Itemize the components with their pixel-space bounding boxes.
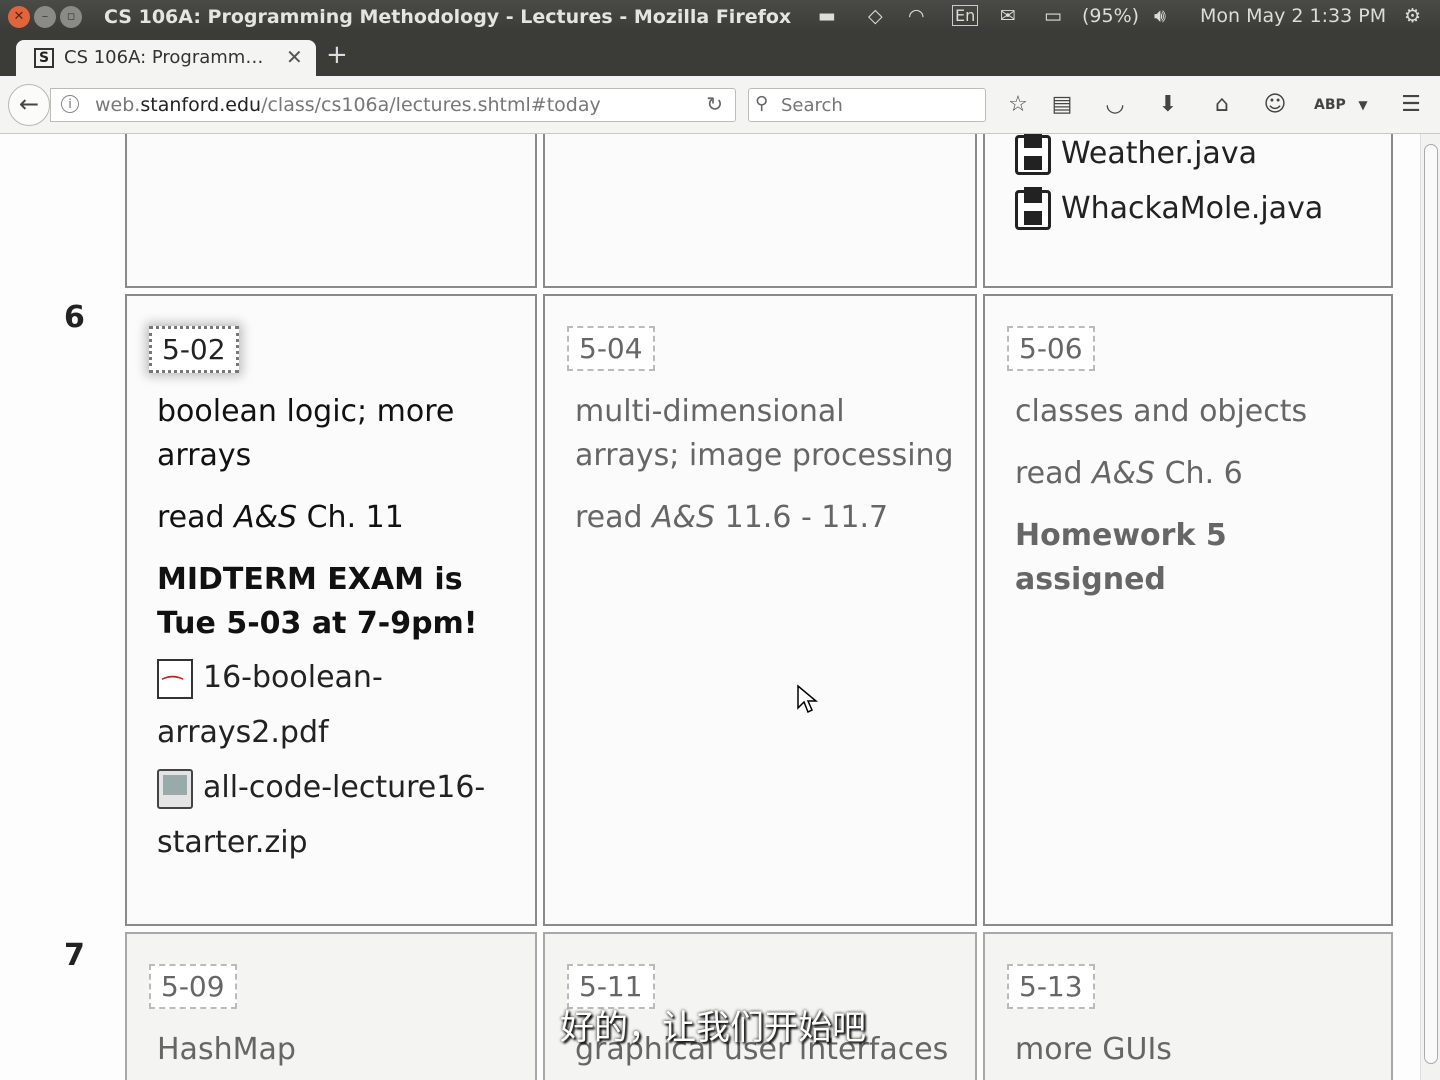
video-subtitle: 好的，让我们开始吧 (560, 1008, 866, 1048)
reading-chapter: 11.6 - 11.7 (715, 500, 889, 535)
keyboard-language-indicator[interactable]: En (952, 5, 979, 26)
search-input[interactable] (781, 93, 977, 117)
window-minimize-button[interactable]: – (34, 6, 56, 28)
page-content: Weather.java WhackaMole.java 6 5-02 bool… (0, 134, 1420, 1080)
calendar-cell (543, 134, 977, 288)
stanford-favicon-icon: S (34, 48, 54, 68)
lecture-date: 5-02 (149, 326, 239, 373)
lecture-topic: more GUIs (1015, 1032, 1172, 1067)
site-info-icon[interactable]: i (61, 95, 79, 113)
vertical-scrollbar[interactable] (1420, 134, 1440, 1080)
lecture-reading: read A&S Ch. 11 (157, 500, 404, 535)
midterm-announcement: MIDTERM EXAM is Tue 5-03 at 7-9pm! (157, 562, 478, 641)
mouse-cursor-icon (797, 684, 818, 714)
lecture-reading: read A&S Ch. 6 (1015, 456, 1243, 491)
os-top-bar: ✕ – ▫ CS 106A: Programming Methodology -… (0, 0, 1440, 34)
adblock-dropdown-icon[interactable]: ▼ (1348, 90, 1378, 120)
scrollbar-thumb[interactable] (1424, 144, 1438, 1064)
reading-chapter: Ch. 11 (297, 500, 404, 535)
tab-cs106a[interactable]: S CS 106A: Programm… ✕ (16, 40, 316, 76)
url-text[interactable]: web.stanford.edu/class/cs106a/lectures.s… (95, 94, 601, 116)
reading-prefix: read (1015, 456, 1093, 491)
url-prefix: web. (95, 94, 141, 116)
reading-book: A&S (234, 500, 298, 535)
homework-announcement: Homework 5 assigned (1015, 518, 1227, 597)
week-number: 6 (64, 300, 85, 335)
lecture-topic: multi-dimensional arrays; image processi… (575, 394, 954, 473)
reading-book: A&S (652, 500, 716, 535)
back-button[interactable]: ← (8, 84, 50, 126)
wifi-icon[interactable]: ◠ (908, 5, 925, 27)
lecture-topic: boolean logic; more arrays (157, 394, 455, 473)
file-name: WhackaMole.java (1061, 191, 1324, 226)
search-icon: ⚲ (755, 93, 769, 114)
lecture-date: 5-04 (567, 326, 655, 371)
calendar-cell: Weather.java WhackaMole.java (983, 134, 1393, 288)
lecture-date: 5-13 (1007, 964, 1095, 1009)
tab-strip: S CS 106A: Programm… ✕ + (0, 34, 1440, 76)
tab-close-icon[interactable]: ✕ (286, 45, 303, 69)
url-domain: stanford.edu (140, 94, 262, 116)
calendar-cell (125, 134, 537, 288)
bookmark-star-icon[interactable]: ☆ (1003, 90, 1033, 120)
dropbox-icon[interactable]: ◇ (868, 5, 883, 27)
lecture-reading: read A&S 11.6 - 11.7 (575, 500, 888, 535)
downloads-icon[interactable]: ⬇ (1153, 90, 1183, 120)
java-file-icon (1015, 186, 1051, 230)
window-title: CS 106A: Programming Methodology - Lectu… (104, 6, 792, 28)
file-name: all-code-lecture16-starter.zip (157, 770, 486, 860)
lecture-date: 5-09 (149, 964, 237, 1009)
search-bar[interactable]: ⚲ (748, 88, 986, 122)
pocket-icon[interactable]: ◡ (1100, 90, 1130, 120)
zip-file-icon (157, 768, 193, 809)
file-link-pdf[interactable]: 16-boolean-arrays2.pdf (157, 650, 517, 760)
menu-hamburger-icon[interactable]: ☰ (1396, 90, 1426, 120)
pdf-file-icon (157, 658, 193, 718)
camera-icon[interactable]: ▬ (818, 5, 836, 27)
reload-icon[interactable]: ↻ (706, 92, 723, 116)
calendar-cell-5-06: 5-06 classes and objects read A&S Ch. 6 … (983, 294, 1393, 926)
url-bar[interactable]: i web.stanford.edu/class/cs106a/lectures… (50, 88, 736, 122)
bookmarks-list-icon[interactable]: ▤ (1047, 90, 1077, 120)
mail-icon[interactable]: ✉ (1000, 5, 1016, 27)
reading-prefix: read (575, 500, 653, 535)
volume-icon[interactable]: 🔊︎ (1154, 5, 1166, 27)
reading-chapter: Ch. 6 (1155, 456, 1243, 491)
home-icon[interactable]: ⌂ (1207, 90, 1237, 120)
week-number: 7 (64, 938, 85, 973)
tab-label: CS 106A: Programm… (64, 47, 264, 68)
calendar-cell-5-09: 5-09 HashMap (125, 932, 537, 1080)
file-name: Weather.java (1061, 136, 1257, 171)
chat-icon[interactable]: ☺ (1260, 90, 1290, 120)
window-close-button[interactable]: ✕ (8, 6, 30, 28)
battery-percentage[interactable]: (95%) (1082, 5, 1139, 27)
lecture-topic: HashMap (157, 1032, 296, 1067)
navigation-toolbar: ← i web.stanford.edu/class/cs106a/lectur… (0, 76, 1440, 134)
lecture-date: 5-06 (1007, 326, 1095, 371)
clock[interactable]: Mon May 2 1:33 PM (1200, 5, 1386, 27)
file-link[interactable]: WhackaMole.java (1015, 181, 1323, 236)
file-link-zip[interactable]: all-code-lecture16-starter.zip (157, 760, 517, 870)
window-maximize-button[interactable]: ▫ (60, 6, 82, 28)
java-file-icon (1015, 134, 1051, 175)
calendar-cell-5-02: 5-02 boolean logic; more arrays read A&S… (125, 294, 537, 926)
new-tab-button[interactable]: + (326, 42, 350, 68)
settings-gear-icon[interactable]: ⚙ (1404, 5, 1421, 27)
file-link[interactable]: Weather.java (1015, 134, 1257, 181)
reading-prefix: read (157, 500, 235, 535)
calendar-cell-5-04: 5-04 multi-dimensional arrays; image pro… (543, 294, 977, 926)
battery-icon[interactable]: ▭ (1044, 5, 1062, 27)
reading-book: A&S (1092, 456, 1156, 491)
calendar-cell-5-13: 5-13 more GUIs (983, 932, 1393, 1080)
url-path: /class/cs106a/lectures.shtml#today (261, 94, 601, 116)
lecture-topic: classes and objects (1015, 394, 1308, 429)
adblock-icon[interactable]: ABP (1314, 90, 1346, 120)
